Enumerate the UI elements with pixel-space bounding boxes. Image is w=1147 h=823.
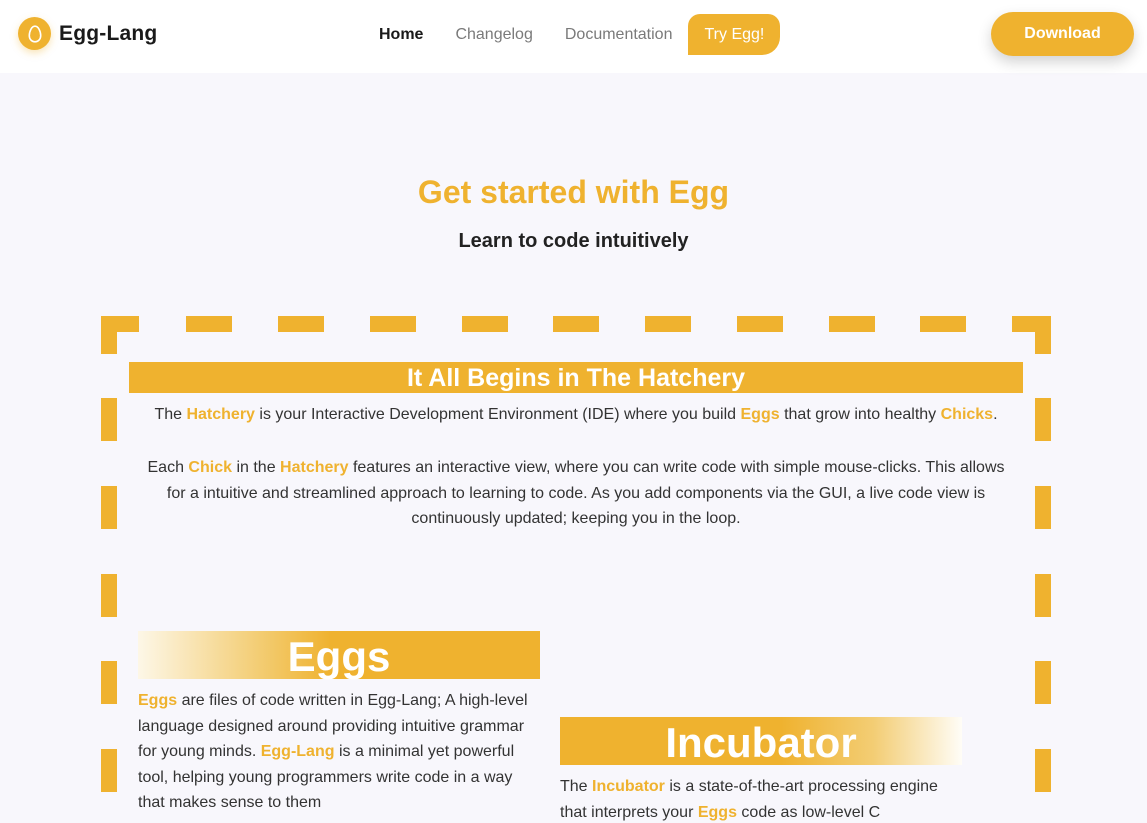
nav-links: Home Changelog Documentation Try Egg!: [363, 14, 781, 55]
keyword-eggs: Eggs: [697, 803, 737, 821]
keyword-chicks: Chicks: [940, 406, 994, 423]
text: code as low-level C: [736, 803, 881, 821]
text: .: [993, 406, 998, 423]
download-button[interactable]: Download: [991, 12, 1134, 56]
hero-title: Get started with Egg: [417, 174, 730, 210]
egg-icon: [18, 17, 51, 50]
hero-subtitle: Learn to code intuitively: [458, 230, 689, 252]
incubator-card-title: Incubator: [560, 717, 962, 766]
text: The: [560, 778, 593, 795]
eggs-card-title: Eggs: [138, 631, 540, 680]
hatchery-intro: The Hatchery is your Interactive Develop…: [118, 404, 1034, 425]
keyword-hatchery: Hatchery: [280, 459, 349, 476]
eggs-card-text: Eggs are files of code written in Egg-La…: [138, 688, 540, 816]
hatchery-banner: It All Begins in The Hatchery: [129, 362, 1023, 393]
keyword-eggs: Eggs: [138, 692, 178, 709]
navbar: Egg-Lang Home Changelog Documentation Tr…: [0, 0, 1147, 73]
text: Each: [147, 459, 189, 476]
keyword-chick: Chick: [188, 459, 232, 476]
keyword-hatchery: Hatchery: [186, 406, 255, 423]
hatchery-description: Each Chick in the Hatchery features an i…: [136, 455, 1016, 532]
keyword-egg-lang: Egg-Lang: [260, 743, 335, 760]
brand-name: Egg-Lang: [59, 21, 158, 45]
nav-link-documentation[interactable]: Documentation: [549, 14, 689, 55]
text: The: [154, 406, 187, 423]
text: that grow into healthy: [779, 406, 941, 423]
incubator-card-text: The Incubator is a state-of-the-art proc…: [560, 774, 962, 823]
text: is your Interactive Development Environm…: [254, 406, 741, 423]
keyword-eggs: Eggs: [740, 406, 780, 423]
keyword-incubator: Incubator: [592, 778, 665, 795]
nav-link-changelog[interactable]: Changelog: [439, 14, 548, 55]
nav-link-home[interactable]: Home: [363, 14, 439, 55]
text: in the: [232, 459, 281, 476]
brand[interactable]: Egg-Lang: [18, 17, 157, 50]
nav-link-try-egg[interactable]: Try Egg!: [688, 14, 781, 55]
